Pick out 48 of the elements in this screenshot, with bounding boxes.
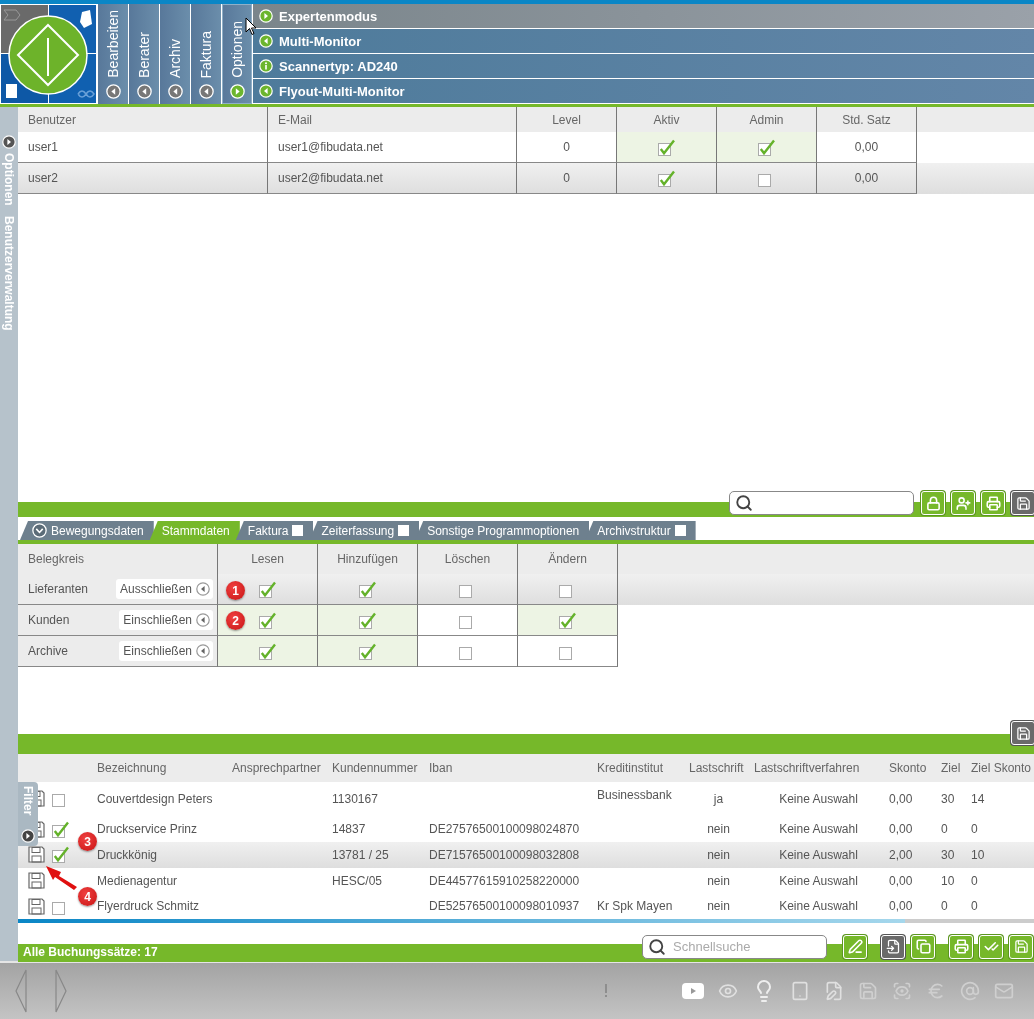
customer-number-cell: HESC/05 (332, 873, 383, 888)
name-cell: Druckservice Prinz (97, 822, 198, 837)
customer-number-cell: 1130167 (332, 791, 378, 806)
iban-cell: DE44577615910258220000 (429, 873, 580, 888)
customer-number-cell: 14837 (332, 822, 366, 837)
term-cell: 30 (941, 791, 955, 806)
table-cell: user2 (18, 163, 268, 194)
debit-cell: nein (707, 899, 730, 914)
debit-cell: nein (707, 873, 730, 888)
discount-term-cell: 0 (971, 822, 978, 837)
discount-cell: 0,00 (889, 873, 913, 888)
debit-cell: nein (707, 847, 730, 862)
discount-term-cell: 0 (971, 873, 978, 888)
row-label: Lieferanten (28, 582, 89, 596)
discount-term-cell: 14 (971, 791, 985, 806)
row-label: Kunden (28, 613, 70, 627)
iban-cell: DE71576500100098032808 (429, 847, 580, 862)
debit-cell: ja (713, 791, 724, 806)
debit-method-cell: Keine Auswahl (779, 791, 858, 806)
iban-cell: DE52576500100098010937 (429, 899, 580, 914)
name-cell: Flyerdruck Schmitz (97, 899, 200, 914)
term-cell: 0 (941, 899, 948, 914)
term-cell: 0 (941, 822, 948, 837)
iban-cell: DE27576500100098024870 (429, 822, 580, 837)
debit-method-cell: Keine Auswahl (779, 873, 858, 888)
name-cell: Druckkönig (97, 847, 158, 862)
debit-method-cell: Keine Auswahl (779, 847, 858, 862)
discount-cell: 2,00 (889, 847, 913, 862)
debit-method-cell: Keine Auswahl (779, 822, 858, 837)
table-cell: user2@fibudata.net (268, 163, 517, 194)
bank-cell: Businessbank (597, 787, 672, 802)
debit-cell: nein (707, 822, 730, 837)
row-label: Archive (28, 644, 68, 658)
table-cell: 0,00 (817, 163, 917, 194)
status-text: Alle Buchungssätze: 17 (23, 945, 158, 959)
discount-term-cell: 0 (971, 899, 978, 914)
discount-term-cell: 10 (971, 847, 985, 862)
term-cell: 10 (941, 873, 955, 888)
discount-cell: 0,00 (889, 899, 913, 914)
name-cell: Couvertdesign Peters (97, 791, 213, 806)
discount-cell: 0,00 (889, 822, 913, 837)
table-cell: 0 (517, 163, 617, 194)
customer-number-cell: 13781 / 25 (332, 847, 389, 862)
name-cell: Medienagentur (97, 873, 178, 888)
debit-method-cell: Keine Auswahl (779, 899, 858, 914)
term-cell: 30 (941, 847, 955, 862)
discount-cell: 0,00 (889, 791, 913, 806)
bank-cell: Kr Spk Mayen (597, 899, 673, 914)
